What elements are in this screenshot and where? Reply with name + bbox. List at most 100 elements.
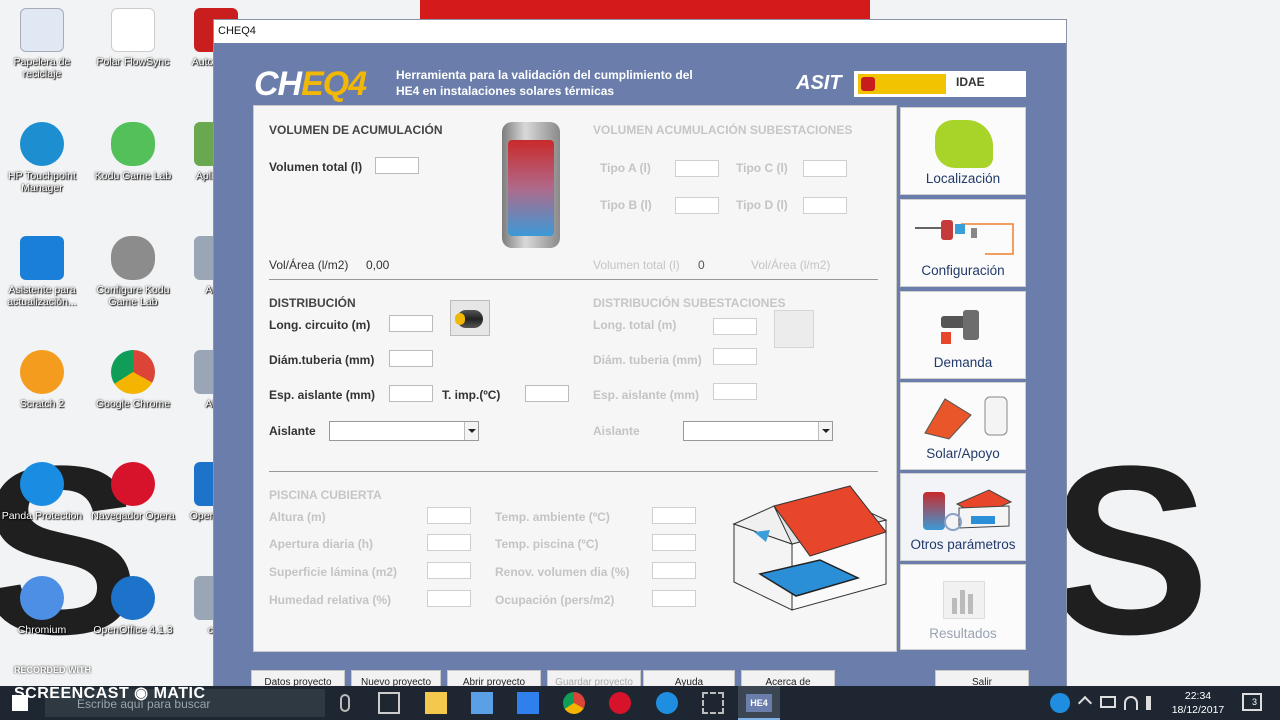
kodu-config-icon — [111, 236, 155, 280]
volumen-total-input[interactable] — [375, 157, 419, 174]
wallpaper-letter: S — [1050, 416, 1211, 684]
pipe-insulation-icon — [450, 300, 490, 336]
chevron-up-icon[interactable] — [1077, 695, 1093, 711]
file-explorer-icon[interactable] — [425, 692, 447, 714]
help-tray-icon[interactable] — [1050, 693, 1070, 713]
dropbox-icon[interactable] — [517, 692, 539, 714]
desktop-icon-label: Kodu Game Lab — [94, 170, 172, 182]
nav-configuracion[interactable]: Configuración — [900, 199, 1026, 287]
tipo-b-input[interactable] — [675, 197, 719, 214]
superficie-input[interactable] — [427, 562, 471, 579]
desktop-icon-label: Asistente para actualización... — [7, 284, 77, 308]
chrome-icon[interactable] — [563, 692, 585, 714]
desktop-icon-label: Chromium — [17, 624, 67, 636]
desktop-icon-chrome[interactable]: Google Chrome — [87, 350, 179, 410]
desktop-icon-label: Scratch 2 — [19, 398, 65, 410]
humedad-input[interactable] — [427, 590, 471, 607]
desktop-icon-chromium[interactable]: Chromium — [0, 576, 88, 636]
sub-vol-area-label: Vol/Área (l/m2) — [751, 258, 831, 272]
nav-resultados[interactable]: Resultados — [900, 564, 1026, 650]
sub-esp-aislante-input[interactable] — [713, 383, 757, 400]
desktop-icon-recycle-bin[interactable]: Papelera de reciclaje — [0, 8, 88, 80]
temp-ambiente-input[interactable] — [652, 507, 696, 524]
window-titlebar[interactable]: CHEQ4 — [214, 20, 1066, 43]
divider — [269, 471, 878, 472]
nav-localizacion[interactable]: Localización — [900, 107, 1026, 195]
piscina-title: PISCINA CUBIERTA — [269, 488, 382, 502]
desktop-icon-panda[interactable]: Panda Protection — [0, 462, 88, 522]
sub-diam-tuberia-input[interactable] — [713, 348, 757, 365]
long-total-input[interactable] — [713, 318, 757, 335]
desktop-icon-label: HP Touchpoint Manager — [8, 170, 76, 194]
scratch-cat-icon — [20, 350, 64, 394]
tipo-a-input[interactable] — [675, 160, 719, 177]
desktop-icon-openoffice[interactable]: OpenOffice 4.1.3 — [87, 576, 179, 636]
windows-icon — [20, 236, 64, 280]
taskbar-clock[interactable]: 22:34 18/12/2017 — [1168, 689, 1228, 717]
microphone-icon[interactable] — [340, 694, 350, 712]
logo-part2: EQ4 — [301, 65, 367, 103]
cheq4-window: CHEQ4 CHEQ4 Herramienta para la validaci… — [213, 19, 1067, 691]
desktop-icon-scratch[interactable]: Scratch 2 — [0, 350, 88, 410]
volume-icon[interactable] — [1146, 696, 1158, 710]
altura-input[interactable] — [427, 507, 471, 524]
desktop-icon-polar[interactable]: Polar FlowSync — [87, 8, 179, 68]
openoffice-icon — [111, 576, 155, 620]
volumen-total-label: Volumen total (l) — [269, 160, 363, 174]
screencast-recorded-label: RECORDED WITH — [14, 665, 91, 675]
hp-icon — [20, 122, 64, 166]
divider — [269, 279, 878, 280]
diam-tuberia-input[interactable] — [389, 350, 433, 367]
snipping-icon[interactable] — [702, 692, 724, 714]
task-view-icon[interactable] — [378, 692, 400, 714]
ocupacion-input[interactable] — [652, 590, 696, 607]
idae-logo: IDAE — [956, 75, 985, 89]
diam-tuberia-label: Diám.tuberia (mm) — [269, 353, 375, 367]
chevron-down-icon[interactable] — [818, 422, 832, 440]
desktop-icon-kodu[interactable]: Kodu Game Lab — [87, 122, 179, 182]
battery-icon[interactable] — [1100, 696, 1116, 708]
opera-icon[interactable] — [609, 692, 631, 714]
tipo-d-input[interactable] — [803, 197, 847, 214]
desktop-icon-windows-update[interactable]: Asistente para actualización... — [0, 236, 88, 308]
taskbar-cheq4-app[interactable]: HE4 — [738, 686, 780, 720]
chromium-icon — [20, 576, 64, 620]
tipo-c-input[interactable] — [803, 160, 847, 177]
chevron-down-icon[interactable] — [464, 422, 478, 440]
aislante-select[interactable] — [329, 421, 479, 441]
esp-aislante-input[interactable] — [389, 385, 433, 402]
desktop-icon-hp-touchpoint[interactable]: HP Touchpoint Manager — [0, 122, 88, 194]
opera-icon — [111, 462, 155, 506]
temp-piscina-label: Temp. piscina (ºC) — [495, 537, 599, 551]
pool-building-icon — [732, 485, 888, 611]
store-icon[interactable] — [471, 692, 493, 714]
desktop-icon-opera[interactable]: Navegador Opera — [87, 462, 179, 522]
wifi-icon[interactable] — [1124, 696, 1138, 710]
t-imp-input[interactable] — [525, 385, 569, 402]
esp-aislante-label: Esp. aislante (mm) — [269, 388, 376, 402]
kodu-icon — [111, 122, 155, 166]
asit-logo: ASIT — [796, 72, 842, 94]
renov-input[interactable] — [652, 562, 696, 579]
logo-part1: CH — [254, 65, 302, 103]
tipo-c-label: Tipo C (l) — [736, 161, 788, 175]
sponsor-logos: IDAE — [854, 71, 1026, 97]
desktop-icon-configure-kodu[interactable]: Configure Kodu Game Lab — [87, 236, 179, 308]
nav-solar-apoyo[interactable]: Solar/Apoyo — [900, 382, 1026, 470]
desktop-icon-label: OpenOffice 4.1.3 — [93, 624, 173, 636]
sub-pipe-icon — [774, 310, 814, 348]
nav-demanda[interactable]: Demanda — [900, 291, 1026, 379]
edge-icon[interactable] — [656, 692, 678, 714]
temp-piscina-input[interactable] — [652, 534, 696, 551]
nav-label: Demanda — [933, 355, 993, 370]
apertura-input[interactable] — [427, 534, 471, 551]
sub-aislante-select[interactable] — [683, 421, 833, 441]
notification-count: 3 — [1252, 697, 1258, 707]
bar-chart-icon — [943, 581, 985, 619]
altura-label: Altura (m) — [269, 510, 326, 524]
nav-otros-parametros[interactable]: Otros parámetros — [900, 473, 1026, 561]
desktop-icon-label: Navegador Opera — [91, 510, 175, 522]
long-circuito-input[interactable] — [389, 315, 433, 332]
window-title: CHEQ4 — [218, 25, 256, 37]
notification-icon[interactable]: 3 — [1242, 693, 1262, 711]
